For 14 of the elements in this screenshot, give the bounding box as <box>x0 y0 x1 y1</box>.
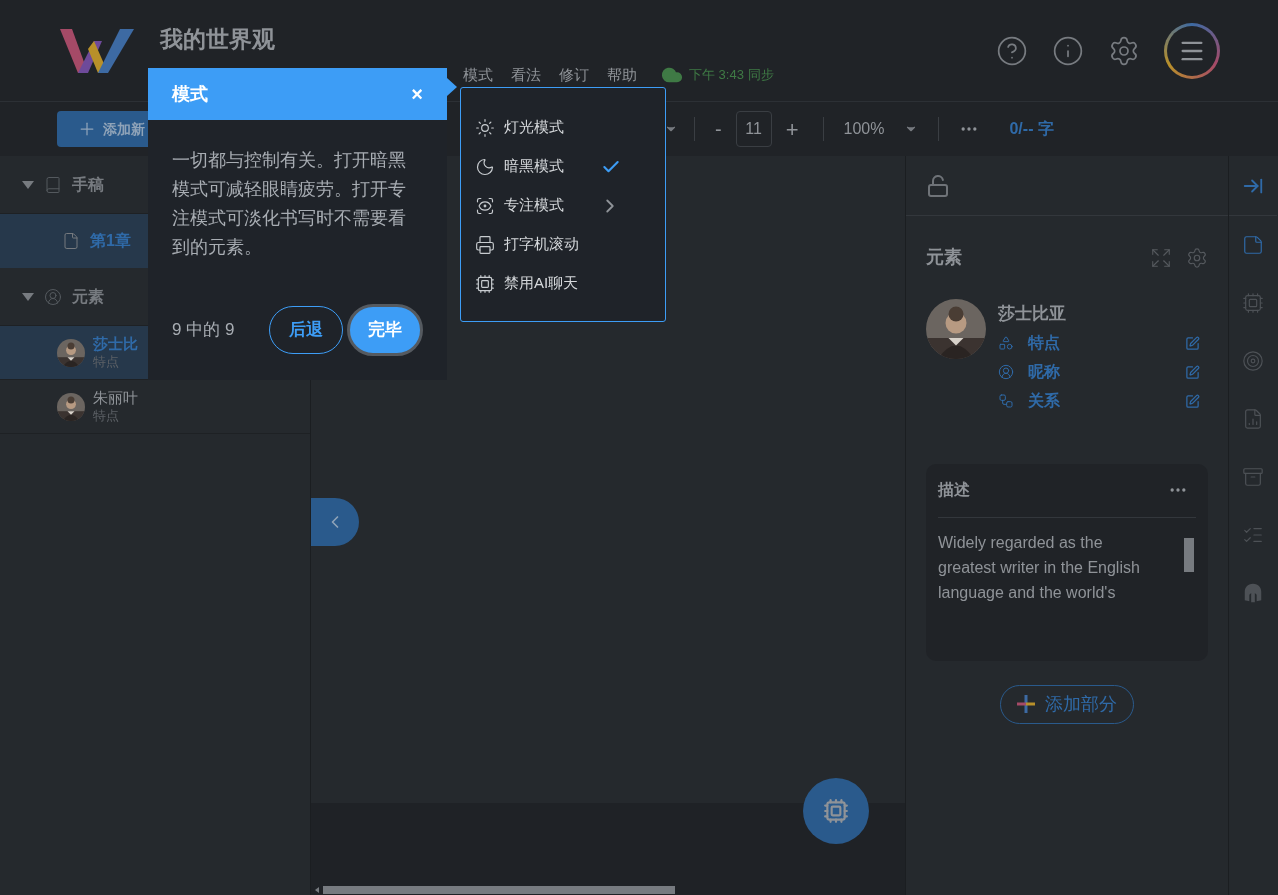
popover-title: 模式 <box>172 82 208 106</box>
character-name: 朱丽叶 <box>93 388 138 407</box>
sync-status: 下午 3:43 同步 <box>689 66 774 84</box>
word-count: 0/-- 字 <box>1009 119 1054 139</box>
card-title: 描述 <box>938 480 970 500</box>
app-title: 我的世界观 <box>160 25 276 55</box>
popover-text: 一切都与控制有关。打开暗黑模式可减轻眼睛疲劳。打开专注模式可淡化书写时不需要看到的元素。 <box>172 149 407 259</box>
section-label: 手稿 <box>72 174 104 195</box>
panel-title: 元素 <box>926 246 962 269</box>
chapter-label: 第1章 <box>90 231 131 251</box>
step-counter: 9 中的 9 <box>172 319 235 342</box>
character-name: 莎士比亚 <box>998 303 1067 325</box>
character-name: 莎士比 <box>93 334 138 353</box>
section-label: 元素 <box>72 286 104 307</box>
